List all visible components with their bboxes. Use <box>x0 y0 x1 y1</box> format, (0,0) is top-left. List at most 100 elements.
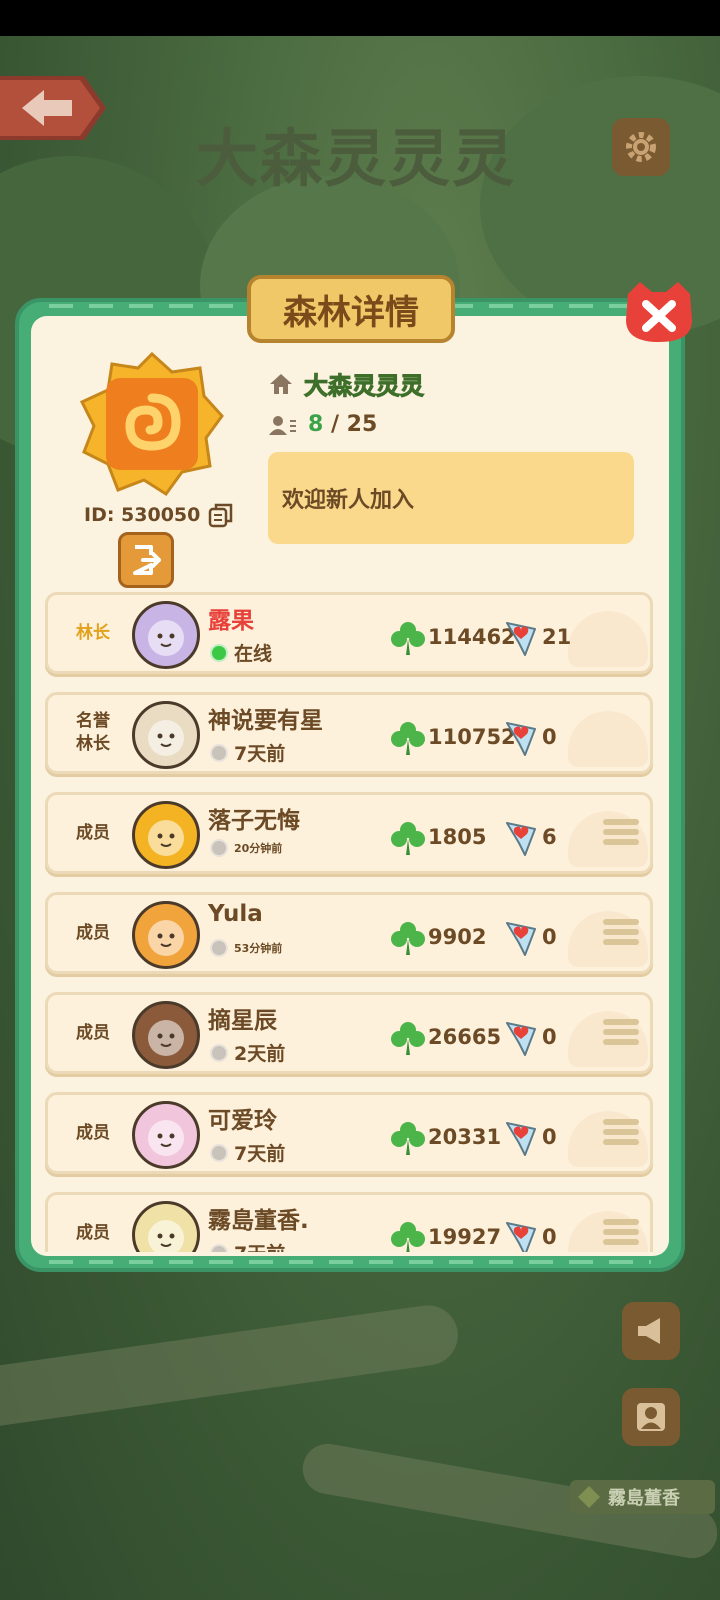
back-button[interactable] <box>0 72 110 144</box>
member-status: 在线 <box>210 639 272 666</box>
player-name-tag: 霧島董香 <box>570 1480 715 1514</box>
profile-button[interactable] <box>622 1388 680 1446</box>
member-rank: 林长 <box>76 622 110 643</box>
member-menu-button[interactable] <box>603 1019 639 1051</box>
dialog-title-tab: 森林详情 <box>247 275 455 343</box>
clover-badge-icon <box>578 1486 600 1508</box>
exit-icon <box>133 545 161 575</box>
member-row[interactable]: 成员 可爱玲 7天前 20331 0 <box>45 1092 653 1174</box>
member-status-label: 7天前 <box>234 1239 285 1252</box>
member-menu-button[interactable] <box>603 1219 639 1251</box>
member-avatar[interactable] <box>132 1101 200 1169</box>
member-name: 神说要有星 <box>208 708 323 734</box>
member-heart-count: 0 <box>542 1225 557 1249</box>
member-row[interactable]: 林长 露果 在线 114462 21 <box>45 592 653 674</box>
member-clover-count: 26665 <box>428 1025 502 1049</box>
member-status: 7天前 <box>210 739 285 766</box>
avatar-face-icon <box>148 1120 184 1156</box>
member-avatar[interactable] <box>132 901 200 969</box>
member-heart-count: 6 <box>542 825 557 849</box>
member-avatar[interactable] <box>132 601 200 669</box>
member-count-row: 8 / 25 <box>268 412 377 437</box>
member-heart-count: 0 <box>542 725 557 749</box>
member-heart-count: 0 <box>542 1125 557 1149</box>
member-avatar[interactable] <box>132 1201 200 1252</box>
member-clover-count: 1805 <box>428 825 487 849</box>
member-rank: 名誉 林长 <box>76 711 110 754</box>
member-status: 53分钟前 <box>210 939 282 957</box>
member-rank: 成员 <box>76 922 110 943</box>
member-status: 7天前 <box>210 1239 285 1252</box>
heart-icon[interactable] <box>503 719 539 757</box>
member-status-label: 20分钟前 <box>234 842 283 855</box>
home-icon <box>270 373 292 394</box>
member-name: 落子无悔 <box>208 808 300 834</box>
bottom-dash-border <box>49 1260 651 1264</box>
clover-icon <box>391 622 425 655</box>
heart-icon[interactable] <box>503 1219 539 1252</box>
clover-icon <box>391 822 425 855</box>
member-heart-count: 0 <box>542 925 557 949</box>
player-name-tag-label: 霧島董香 <box>608 1488 680 1509</box>
member-rank: 成员 <box>76 822 110 843</box>
member-rank: 成员 <box>76 1022 110 1043</box>
forest-emblem <box>78 350 226 498</box>
member-name: 霧島董香. <box>208 1208 309 1234</box>
back-arrow-icon <box>0 76 106 140</box>
member-status-label: 7天前 <box>234 743 286 765</box>
avatar-face-icon <box>148 620 184 656</box>
close-button[interactable] <box>622 280 696 346</box>
row-watermark <box>568 611 648 667</box>
avatar-face-icon <box>148 720 184 756</box>
member-row[interactable]: 成员 摘星辰 2天前 26665 0 <box>45 992 653 1074</box>
settings-button[interactable] <box>612 118 670 176</box>
member-menu-button[interactable] <box>603 819 639 851</box>
megaphone-icon <box>638 1318 660 1344</box>
member-name: Yula <box>208 901 263 927</box>
dialog-title: 森林详情 <box>283 292 419 333</box>
member-avatar[interactable] <box>132 1001 200 1069</box>
member-row[interactable]: 成员 霧島董香. 7天前 19927 0 <box>45 1192 653 1252</box>
member-row[interactable]: 成员 落子无悔 20分钟前 1805 6 <box>45 792 653 874</box>
clover-icon <box>391 1222 425 1252</box>
member-status: 2天前 <box>210 1039 285 1066</box>
member-status-label: 53分钟前 <box>234 942 283 955</box>
background-forest-title: 大森灵灵灵 <box>196 122 517 195</box>
clover-icon <box>391 722 425 755</box>
heart-icon[interactable] <box>503 1019 539 1057</box>
clover-icon <box>391 922 425 955</box>
member-count: 8 / 25 <box>308 412 377 437</box>
leave-forest-button[interactable] <box>118 532 174 588</box>
member-menu-button[interactable] <box>603 919 639 951</box>
forest-id-label: ID: 530050 <box>84 504 201 526</box>
member-name: 可爱玲 <box>208 1108 277 1134</box>
member-status-label: 7天前 <box>234 1143 286 1165</box>
clover-icon <box>391 1122 425 1155</box>
status-bar <box>0 0 720 36</box>
member-list[interactable]: 林长 露果 在线 114462 21 名誉 林长 神说要有星 7天前 11075… <box>45 592 655 1252</box>
member-avatar[interactable] <box>132 701 200 769</box>
offline-dot-icon <box>210 1043 228 1062</box>
member-status: 7天前 <box>210 1139 285 1166</box>
member-row[interactable]: 名誉 林长 神说要有星 7天前 110752 0 <box>45 692 653 774</box>
heart-icon[interactable] <box>503 819 539 857</box>
forest-emblem-icon <box>79 351 224 497</box>
member-clover-count: 20331 <box>428 1125 502 1149</box>
chat-button[interactable] <box>622 1302 680 1360</box>
member-name: 露果 <box>208 608 254 634</box>
offline-dot-icon <box>210 1143 228 1162</box>
member-heart-count: 0 <box>542 1025 557 1049</box>
copy-icon[interactable] <box>208 502 234 528</box>
forest-notice: 欢迎新人加入 <box>268 452 634 544</box>
member-row[interactable]: 成员 Yula 53分钟前 9902 0 <box>45 892 653 974</box>
row-watermark <box>568 711 648 767</box>
member-rank: 成员 <box>76 1222 110 1243</box>
member-avatar[interactable] <box>132 801 200 869</box>
heart-icon[interactable] <box>503 619 539 657</box>
heart-icon[interactable] <box>503 919 539 957</box>
member-menu-button[interactable] <box>603 1119 639 1151</box>
heart-icon[interactable] <box>503 1119 539 1157</box>
avatar-face-icon <box>148 820 184 856</box>
member-clover-count: 9902 <box>428 925 487 949</box>
avatar-face-icon <box>148 1220 184 1252</box>
